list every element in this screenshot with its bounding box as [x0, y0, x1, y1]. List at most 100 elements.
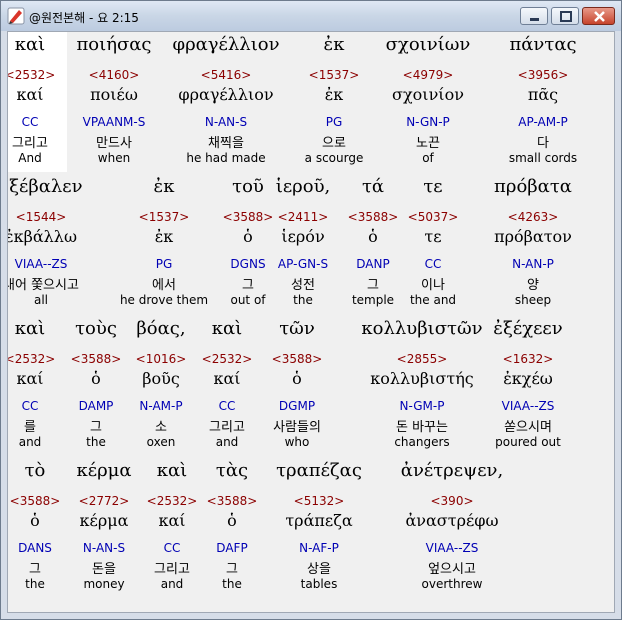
word-strong: <3588> [9, 494, 61, 508]
word-strong: <4160> [88, 68, 140, 82]
word-english: sheep [514, 293, 552, 307]
word-parse: DANS [18, 541, 52, 555]
maximize-button[interactable] [551, 7, 579, 25]
word-english: the [222, 577, 242, 591]
word-korean: 그 [367, 278, 379, 293]
word-english: the [293, 293, 313, 307]
word-parse: DGMP [278, 399, 316, 413]
word-parse: AP-AM-P [518, 115, 568, 129]
word-greek: πρόβατα [494, 176, 572, 197]
word-strong: <1537> [138, 210, 190, 224]
word-strong: <2411> [277, 210, 329, 224]
word-strong: <3956> [517, 68, 569, 82]
word-korean: 양 [527, 278, 539, 293]
word-lemma: φραγέλλιον [178, 85, 274, 104]
word-korean: 그 [226, 562, 238, 577]
word-strong: <1537> [308, 68, 360, 82]
word-strong: <2532> [7, 352, 56, 366]
word-greek: τά [361, 176, 385, 197]
word-english: the [25, 577, 45, 591]
word-lemma: τράπεζα [285, 511, 353, 530]
word-english: he had made [186, 151, 266, 165]
word-strong: <5132> [293, 494, 345, 508]
word-strong: <2532> [146, 494, 198, 508]
close-button[interactable] [582, 7, 615, 25]
word-lemma: ἐκ [324, 85, 344, 104]
word-lemma: ὁ [368, 227, 378, 246]
word-english: out of [230, 293, 266, 307]
word-parse: CC [218, 399, 236, 413]
minimize-button[interactable] [520, 7, 548, 25]
word-parse: N-AN-P [512, 257, 554, 271]
word-greek: φραγέλλιον [172, 34, 280, 55]
word-lemma: ὁ [292, 369, 302, 388]
word-strong: <3588> [347, 210, 399, 224]
word-korean: 노끈 [416, 136, 440, 151]
word-english: money [83, 577, 125, 591]
word-greek: σχοινίων [385, 34, 471, 55]
word-korean: 그리고 [154, 562, 190, 577]
word-lemma: τε [424, 227, 442, 246]
word-greek: τὸ [24, 460, 46, 481]
word-english: and [160, 577, 184, 591]
word-lemma: ὁ [91, 369, 101, 388]
word-strong: <390> [430, 494, 474, 508]
word-parse: DGNS [230, 257, 266, 271]
word-strong: <5416> [200, 68, 252, 82]
word-greek: βόας, [136, 318, 186, 339]
word-greek: ἐκ [323, 34, 345, 55]
word-korean: 그 [242, 278, 254, 293]
word-greek: ἐκ [153, 176, 175, 197]
word-greek: τοὺς [75, 318, 117, 339]
word-lemma: καί [16, 85, 44, 104]
word-korean: 성전 [291, 278, 315, 293]
app-logo-icon [7, 7, 25, 25]
word-english: when [97, 151, 131, 165]
word-strong: <4979> [402, 68, 454, 82]
word-english: poured out [495, 435, 561, 449]
word-lemma: πᾶς [527, 85, 559, 104]
word-greek: τοῦ [232, 176, 264, 197]
word-korean: 그 [90, 420, 102, 435]
word-korean: 엎으시고 [428, 562, 476, 577]
word-korean: 상을 [307, 562, 331, 577]
word-parse: DAMP [78, 399, 114, 413]
word-lemma: κέρμα [79, 511, 129, 530]
word-korean: 다 [537, 136, 549, 151]
word-lemma: ἐκβάλλω [7, 227, 77, 246]
app-window: @원전본해 - 요 2:15 καὶ <2532> καί CC 그리고 And ποιήσ… [0, 0, 622, 620]
word-korean: 이나 [421, 278, 445, 293]
word-greek: καὶ [14, 34, 46, 55]
word-english: changers [394, 435, 450, 449]
word-korean: 소 [155, 420, 167, 435]
title-bar[interactable]: @원전본해 - 요 2:15 [1, 1, 621, 31]
word-greek: τῶν [279, 318, 315, 339]
word-korean: 내어 쫓으시고 [7, 278, 79, 293]
window-title: @원전본해 - 요 2:15 [29, 11, 139, 25]
word-korean: 그리고 [209, 420, 245, 435]
word-greek: καὶ [211, 318, 243, 339]
word-english: tables [300, 577, 338, 591]
word-korean: 에서 [152, 278, 176, 293]
word-strong: <5037> [407, 210, 459, 224]
word-lemma: ἐκ [154, 227, 174, 246]
word-lemma: ἱερόν [281, 227, 325, 246]
word-parse: VIAA--ZS [425, 541, 479, 555]
word-strong: <2532> [201, 352, 253, 366]
word-parse: CC [163, 541, 181, 555]
word-english: small cords [508, 151, 578, 165]
word-greek: καὶ [156, 460, 188, 481]
word-greek: κέρμα [76, 460, 132, 481]
word-strong: <2532> [7, 68, 56, 82]
word-english: oxen [146, 435, 176, 449]
word-parse: N-AN-S [204, 115, 248, 129]
word-strong: <2772> [78, 494, 130, 508]
word-lemma: ἐκχέω [503, 369, 553, 388]
word-strong: <3588> [271, 352, 323, 366]
word-greek: καὶ [14, 318, 46, 339]
word-strong: <2855> [396, 352, 448, 366]
word-english: a scourge [304, 151, 364, 165]
word-korean: 으로 [322, 136, 346, 151]
word-greek: ἐξέβαλεν [7, 176, 83, 197]
word-lemma: ὁ [227, 511, 237, 530]
